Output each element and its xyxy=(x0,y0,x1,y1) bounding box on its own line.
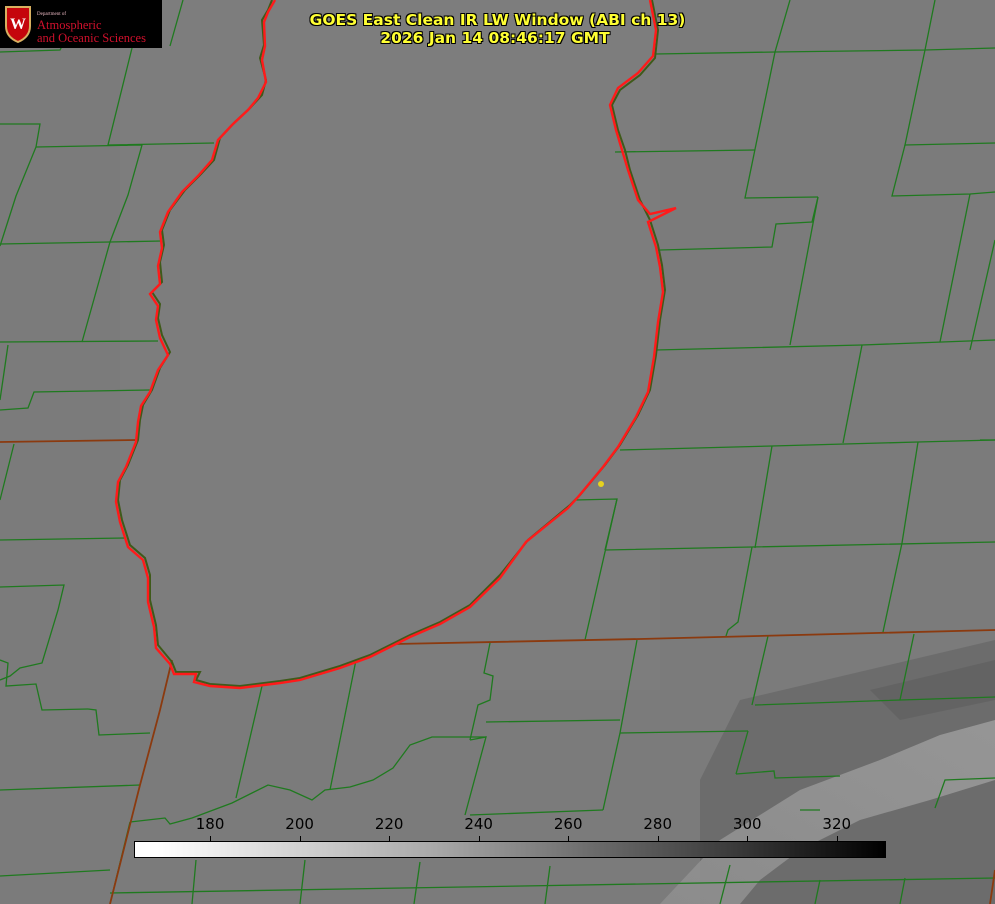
colorbar-tick-label: 280 xyxy=(643,815,673,833)
colorbar-tick-label: 180 xyxy=(195,815,225,833)
title-timestamp: 2026 Jan 14 08:46:17 GMT xyxy=(380,29,610,47)
colorbar-tick-mark xyxy=(478,836,480,842)
colorbar-tick-mark xyxy=(657,836,659,842)
colorbar-tick-mark xyxy=(299,836,301,842)
colorbar-tick-mark xyxy=(836,836,838,842)
colorbar-tick-label: 200 xyxy=(285,815,314,833)
satellite-imagery-map xyxy=(0,0,995,904)
image-title: GOES East Clean IR LW Window (ABI ch 13)… xyxy=(0,11,995,47)
colorbar-tick-mark xyxy=(389,836,391,842)
location-marker xyxy=(598,481,604,487)
colorbar-tick-mark xyxy=(747,836,749,842)
colorbar-tick-label: 260 xyxy=(553,815,583,833)
colorbar-tick-label: 300 xyxy=(732,815,762,833)
temperature-colorbar xyxy=(134,841,886,858)
colorbar-tick-label: 320 xyxy=(822,815,852,833)
colorbar-tick-label: 220 xyxy=(374,815,404,833)
satellite-image-frame: W Department of Atmospheric and Oceanic … xyxy=(0,0,995,904)
colorbar-tick-mark xyxy=(210,836,212,842)
colorbar-tick-mark xyxy=(568,836,570,842)
colorbar-tick-label: 240 xyxy=(464,815,493,833)
title-product: GOES East Clean IR LW Window (ABI ch 13) xyxy=(309,11,686,29)
imagery-shade-region xyxy=(120,0,660,690)
